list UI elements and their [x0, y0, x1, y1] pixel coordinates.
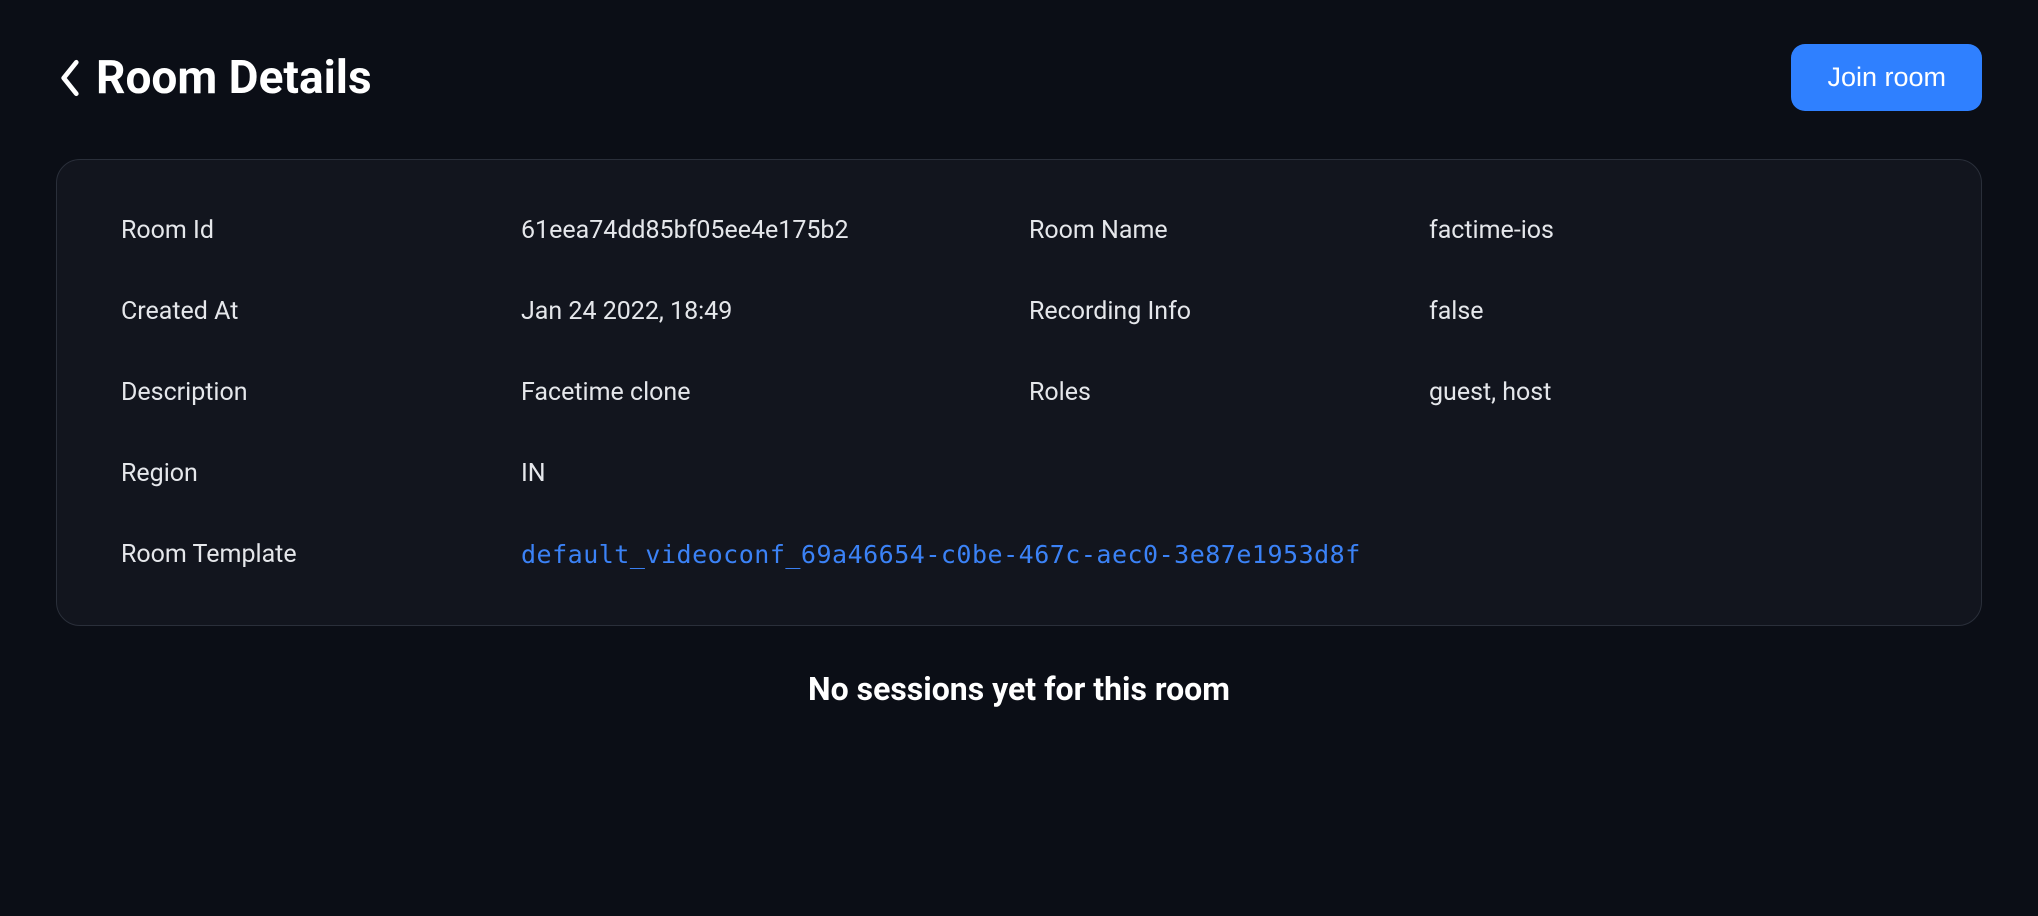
- header-left: Room Details: [56, 51, 372, 105]
- created-at-label: Created At: [121, 297, 501, 326]
- back-icon[interactable]: [56, 56, 84, 100]
- roles-label: Roles: [1029, 378, 1409, 407]
- page-header: Room Details Join room: [56, 44, 1982, 111]
- roles-value: guest, host: [1429, 378, 1917, 407]
- room-id-value: 61eea74dd85bf05ee4e175b2: [521, 216, 1009, 245]
- description-value: Facetime clone: [521, 378, 1009, 407]
- region-label: Region: [121, 459, 501, 488]
- recording-info-value: false: [1429, 297, 1917, 326]
- join-room-button[interactable]: Join room: [1791, 44, 1982, 111]
- room-template-label: Room Template: [121, 540, 501, 569]
- page-title: Room Details: [96, 51, 372, 105]
- sessions-empty-message: No sessions yet for this room: [56, 670, 1982, 708]
- region-value: IN: [521, 459, 1009, 488]
- room-id-label: Room Id: [121, 216, 501, 245]
- created-at-value: Jan 24 2022, 18:49: [521, 297, 1009, 326]
- recording-info-label: Recording Info: [1029, 297, 1409, 326]
- details-grid: Room Id 61eea74dd85bf05ee4e175b2 Room Na…: [121, 216, 1917, 569]
- room-template-value-wrap: default_videoconf_69a46654-c0be-467c-aec…: [521, 540, 1917, 569]
- room-name-value: factime-ios: [1429, 216, 1917, 245]
- room-name-label: Room Name: [1029, 216, 1409, 245]
- room-details-card: Room Id 61eea74dd85bf05ee4e175b2 Room Na…: [56, 159, 1982, 626]
- description-label: Description: [121, 378, 501, 407]
- room-template-link[interactable]: default_videoconf_69a46654-c0be-467c-aec…: [521, 540, 1361, 569]
